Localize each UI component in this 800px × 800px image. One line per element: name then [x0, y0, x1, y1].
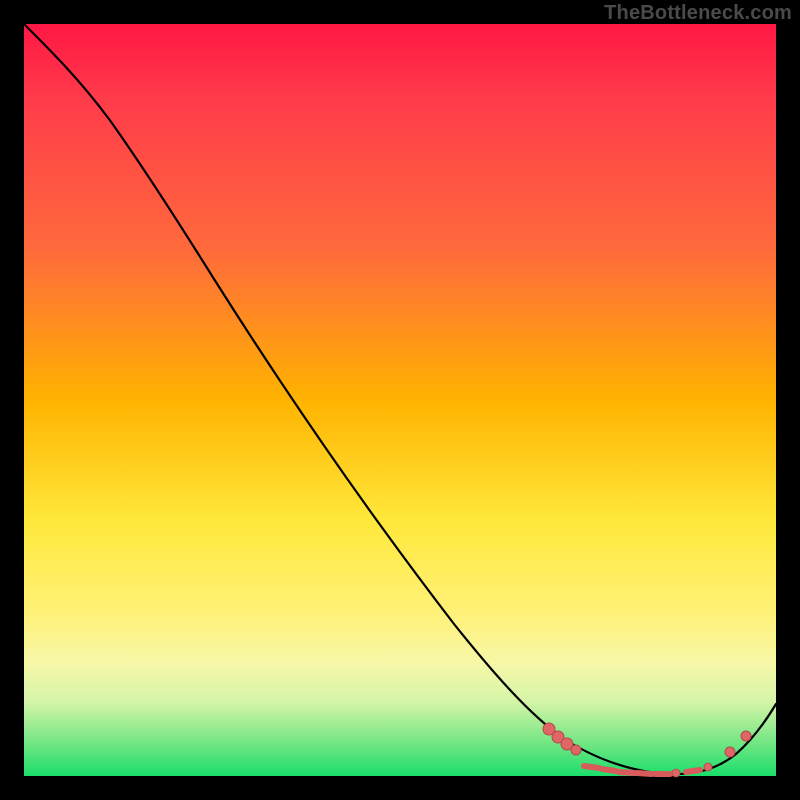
plot-area [24, 24, 776, 776]
marker-dash [602, 769, 616, 771]
marker-dot [672, 769, 680, 777]
marker-dash [637, 773, 652, 774]
marker-dot [704, 763, 712, 771]
watermark-text: TheBottleneck.com [604, 2, 792, 25]
curve-svg [24, 24, 776, 776]
marker-dot [741, 731, 751, 741]
valley-marker-cluster [543, 723, 712, 777]
marker-dot [571, 745, 581, 755]
marker-dash [584, 766, 599, 768]
bottleneck-curve [24, 24, 776, 774]
marker-dot [725, 747, 735, 757]
marker-dash [619, 772, 634, 773]
marker-dash [686, 770, 700, 772]
chart-frame: TheBottleneck.com [0, 0, 800, 800]
